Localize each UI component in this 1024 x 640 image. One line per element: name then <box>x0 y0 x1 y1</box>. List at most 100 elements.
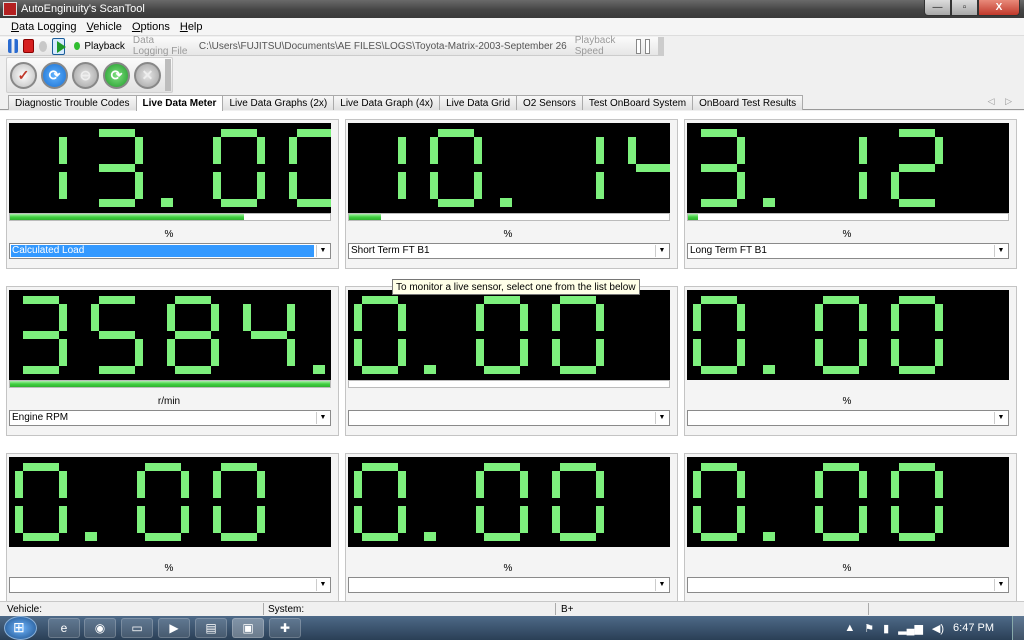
window-title: AutoEnginuity's ScanTool <box>21 3 145 15</box>
chevron-down-icon[interactable]: ▼ <box>994 412 1007 424</box>
segment-digit <box>167 296 219 374</box>
seven-segment-readout <box>15 463 265 541</box>
toolbar-grip[interactable] <box>658 36 664 56</box>
segment-digit <box>891 129 943 207</box>
chevron-down-icon[interactable]: ▼ <box>655 412 668 424</box>
sensor-select[interactable]: Engine RPM ▼ <box>9 410 331 426</box>
play-icon[interactable] <box>52 37 67 55</box>
playback-speed-slider[interactable] <box>636 38 642 54</box>
tab-onboard-test-results[interactable]: OnBoard Test Results <box>692 95 804 110</box>
decimal-point <box>85 532 97 541</box>
sensor-select-value: Short Term FT B1 <box>351 245 430 256</box>
tab-o2-sensors[interactable]: O2 Sensors <box>516 95 583 110</box>
tab-scroll-arrows[interactable]: ◁ ▷ <box>988 96 1016 107</box>
chrome-icon[interactable]: ◉ <box>84 618 116 638</box>
taskbar: e ◉ ▭ ▶ ▤ ▣ ✚ ▲ ⚑ ▮ ▂▄▆ ◀) 6:47 PM <box>0 616 1024 640</box>
stop-icon[interactable] <box>23 39 35 53</box>
sensor-select-value: Long Term FT B1 <box>690 245 767 256</box>
menu-data-logging[interactable]: Data Logging <box>6 18 81 35</box>
segment-digit <box>815 463 867 541</box>
maximize-button[interactable]: ▫ <box>951 0 978 16</box>
playback-speed-thumb[interactable] <box>645 38 651 54</box>
chevron-down-icon[interactable]: ▼ <box>316 579 329 591</box>
data-logging-file-label: Data Logging File <box>132 35 188 57</box>
chevron-down-icon[interactable]: ▼ <box>655 579 668 591</box>
system-status: System: <box>268 604 305 615</box>
folder-icon[interactable]: ▭ <box>121 618 153 638</box>
menu-vehicle[interactable]: Vehicle <box>81 18 126 35</box>
sensor-select[interactable]: ▼ <box>9 577 331 593</box>
sensor-select[interactable]: ▼ <box>687 410 1009 426</box>
sensor-select[interactable]: ▼ <box>687 577 1009 593</box>
volume-icon[interactable]: ◀) <box>932 622 944 635</box>
menu-options[interactable]: Options <box>127 18 175 35</box>
playback-toolbar: Playback Data Logging File C:\Users\FUJI… <box>0 35 664 57</box>
tab-live-data-grid[interactable]: Live Data Grid <box>439 95 518 110</box>
playback-button[interactable]: Playback <box>84 41 125 52</box>
sensor-select-value <box>350 412 653 424</box>
sensor-select[interactable]: ▼ <box>348 577 670 593</box>
tab-live-data-graph-4x[interactable]: Live Data Graph (4x) <box>333 95 441 110</box>
meter-display <box>348 123 670 213</box>
chevron-down-icon[interactable]: ▼ <box>994 245 1007 257</box>
level-bar <box>687 213 1009 221</box>
check-icon[interactable]: ✓ <box>10 61 37 89</box>
status-dot-icon <box>74 42 81 50</box>
clock[interactable]: 6:47 PM <box>953 622 994 634</box>
menu-help[interactable]: Help <box>175 18 208 35</box>
seven-segment-readout <box>398 129 670 207</box>
playback-speed-label: Playback Speed <box>574 35 616 57</box>
tab-test-onboard-system[interactable]: Test OnBoard System <box>581 95 694 110</box>
signal-icon[interactable]: ▂▄▆ <box>898 622 923 635</box>
show-desktop-button[interactable] <box>1012 616 1024 640</box>
close-button[interactable]: X <box>978 0 1020 16</box>
record-icon[interactable] <box>39 40 48 52</box>
tab-live-data-meter[interactable]: Live Data Meter <box>135 95 224 111</box>
sensor-select[interactable]: Calculated Load ▼ <box>9 243 331 259</box>
flag-icon[interactable]: ⚑ <box>864 622 874 635</box>
tab-strip: Diagnostic Trouble Codes Live Data Meter L… <box>0 95 1024 111</box>
chevron-down-icon[interactable]: ▼ <box>316 412 329 424</box>
go-icon[interactable]: ⟳ <box>103 61 130 89</box>
segment-digit <box>476 463 528 541</box>
chevron-down-icon[interactable]: ▼ <box>994 579 1007 591</box>
sensor-select[interactable]: Short Term FT B1 ▼ <box>348 243 670 259</box>
toolbar-grip[interactable] <box>165 59 171 91</box>
sensor-select[interactable]: Long Term FT B1 ▼ <box>687 243 1009 259</box>
paint-icon[interactable]: ✚ <box>269 618 301 638</box>
refresh-icon[interactable]: ⟳ <box>41 61 68 89</box>
status-divider <box>263 603 264 615</box>
system-tray: ▲ ⚑ ▮ ▂▄▆ ◀) 6:47 PM <box>844 616 1024 640</box>
level-bar <box>9 380 331 388</box>
app-icon <box>3 2 17 16</box>
tab-diagnostic-trouble-codes[interactable]: Diagnostic Trouble Codes <box>8 95 137 110</box>
sensor-select-value: Calculated Load <box>11 245 314 257</box>
meter-panel: % ▼ <box>6 453 339 603</box>
title-bar: AutoEnginuity's ScanTool — ▫ X <box>0 0 1024 18</box>
pause-icon[interactable] <box>8 39 19 53</box>
tray-arrow-icon[interactable]: ▲ <box>844 622 855 634</box>
tab-live-data-graphs-2x[interactable]: Live Data Graphs (2x) <box>222 95 335 110</box>
decimal-point <box>763 198 775 207</box>
ie-icon[interactable]: e <box>48 618 80 638</box>
scantool-icon[interactable]: ▣ <box>232 618 264 638</box>
cancel-icon[interactable]: ✕ <box>134 61 161 89</box>
battery-icon[interactable]: ▮ <box>883 622 889 635</box>
segment-digit <box>552 463 604 541</box>
notepad-icon[interactable]: ▤ <box>195 618 227 638</box>
vehicle-status: Vehicle: <box>7 604 43 615</box>
meter-unit: % <box>842 229 852 240</box>
start-button[interactable] <box>4 616 37 640</box>
disabled-icon[interactable]: ⊖ <box>72 61 99 89</box>
level-bar <box>9 213 331 221</box>
segment-digit <box>693 463 745 541</box>
chevron-down-icon[interactable]: ▼ <box>655 245 668 257</box>
media-player-icon[interactable]: ▶ <box>158 618 190 638</box>
sensor-select-value: Engine RPM <box>12 412 69 423</box>
chevron-down-icon[interactable]: ▼ <box>316 245 329 257</box>
meter-display <box>9 457 331 547</box>
segment-digit <box>815 296 867 374</box>
meter-panel: % Long Term FT B1 ▼ <box>684 119 1017 269</box>
minimize-button[interactable]: — <box>924 0 951 16</box>
sensor-select[interactable]: ▼ <box>348 410 670 426</box>
